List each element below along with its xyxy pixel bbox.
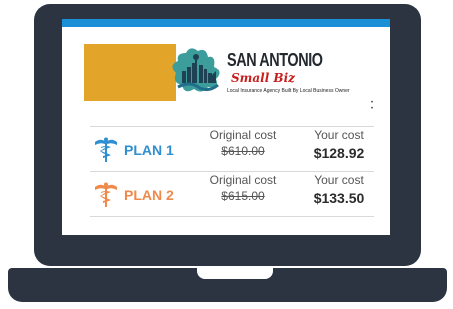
brand-tagline: Local Insurance Agency Built By Local Bu… — [227, 88, 350, 94]
plan-row-1[interactable]: PLAN 1 Original cost $610.00 Your cost $… — [90, 128, 374, 170]
plans-divider — [90, 126, 374, 127]
plan-name: PLAN 1 — [124, 142, 174, 158]
caduceus-icon — [95, 137, 117, 162]
laptop-base — [8, 268, 447, 302]
caduceus-icon — [95, 182, 117, 207]
your-cost-label: Your cost — [314, 173, 364, 187]
banner-marks: • • — [371, 100, 374, 112]
brand-script: Small Biz — [231, 71, 295, 85]
original-cost-label: Original cost — [209, 173, 277, 187]
your-cost-value: $133.50 — [313, 190, 365, 206]
plan-name: PLAN 2 — [124, 187, 174, 203]
brand-banner: SAN ANTONIO Small Biz Local Insurance Ag… — [84, 44, 374, 112]
plans-divider — [90, 171, 374, 172]
laptop-screen: SAN ANTONIO Small Biz Local Insurance Ag… — [62, 19, 390, 235]
your-cost-label: Your cost — [314, 128, 364, 142]
screen-top-bar — [62, 19, 390, 27]
original-cost-value: $610.00 — [221, 144, 265, 158]
brand-title: SAN ANTONIO — [227, 50, 323, 70]
banner-gold-block — [84, 44, 176, 101]
original-cost-value: $615.00 — [221, 189, 265, 203]
plan-row-2[interactable]: PLAN 2 Original cost $615.00 Your cost $… — [90, 173, 374, 215]
plans-divider — [90, 216, 374, 217]
skyline-logo-icon — [172, 48, 220, 92]
original-cost-label: Original cost — [209, 128, 277, 142]
laptop-base-notch — [197, 268, 273, 279]
your-cost-value: $128.92 — [313, 145, 365, 161]
